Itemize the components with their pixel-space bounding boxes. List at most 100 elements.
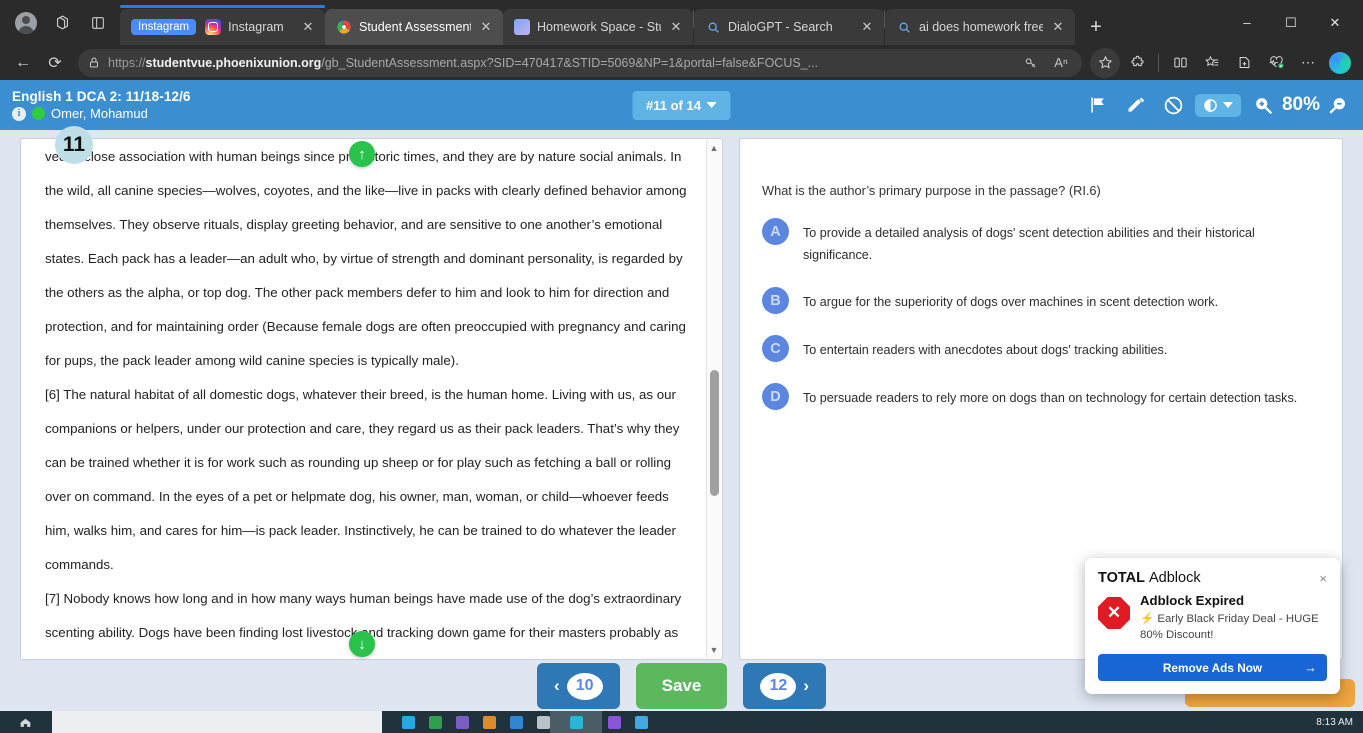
start-icon[interactable]	[0, 711, 50, 733]
back-button[interactable]: ←	[8, 48, 38, 78]
pencil-icon[interactable]	[1119, 88, 1153, 122]
taskbar-window-preview[interactable]	[52, 711, 382, 733]
question-picker-dropdown[interactable]: #11 of 14	[632, 90, 731, 120]
maximize-button[interactable]: ☐	[1269, 7, 1313, 39]
adblock-status-title: Adblock Expired	[1140, 593, 1245, 608]
tab-close-instagram[interactable]: ✕	[300, 19, 316, 35]
zoom-out-icon[interactable]	[1325, 88, 1351, 122]
extensions-icon[interactable]	[1122, 48, 1152, 78]
workspaces-icon[interactable]	[47, 8, 77, 38]
minimize-button[interactable]: –	[1225, 7, 1269, 39]
close-window-button[interactable]: ✕	[1313, 7, 1357, 39]
next-chevron-icon: ›	[803, 676, 810, 695]
os-taskbar: 8:13 AM	[0, 711, 1363, 733]
tab-close-student-assessment[interactable]: ✕	[478, 19, 494, 35]
taskbar-app-icon-4[interactable]	[483, 715, 496, 729]
choice-text-a: To provide a detailed analysis of dogs' …	[803, 226, 1255, 262]
save-button[interactable]: Save	[635, 663, 728, 709]
scroll-down-fab-icon[interactable]: ↓	[349, 631, 375, 657]
answer-choice-a[interactable]: A To provide a detailed analysis of dogs…	[762, 218, 1320, 266]
question-prompt: What is the author’s primary purpose in …	[762, 183, 1101, 198]
refresh-button[interactable]: ⟳	[40, 48, 70, 78]
answer-choice-d[interactable]: D To persuade readers to rely more on do…	[762, 383, 1320, 410]
taskbar-app-icon-8[interactable]	[608, 715, 621, 729]
address-bar: ← ⟳ https://studentvue.phoenixunion.org/…	[0, 45, 1363, 80]
add-to-collection-icon[interactable]	[1229, 48, 1259, 78]
browser-window: Instagram Instagram ✕ Student Assessment	[0, 0, 1363, 733]
info-icon[interactable]: i	[12, 106, 26, 121]
omnibox[interactable]: https://studentvue.phoenixunion.org/gb_S…	[78, 48, 1082, 77]
url-domain: studentvue.phoenixunion.org	[145, 55, 322, 70]
favorite-star-icon[interactable]	[1090, 47, 1120, 78]
key-icon[interactable]	[1020, 56, 1042, 70]
url-path: /gb_StudentAssessment.aspx?SID=470417&ST…	[321, 55, 819, 70]
tab-actions-icon[interactable]	[83, 8, 113, 38]
tab-student-assessment[interactable]: Student Assessment ✕	[325, 9, 503, 45]
tab-instagram[interactable]: Instagram Instagram ✕	[120, 5, 325, 45]
settings-more-icon[interactable]: ⋯	[1293, 48, 1323, 78]
copilot-icon[interactable]	[1325, 48, 1355, 78]
passage-scrollbar[interactable]: ▲ ▼	[706, 140, 721, 658]
browser-essentials-icon[interactable]	[1261, 48, 1291, 78]
previous-question-button[interactable]: ‹ 10	[536, 663, 620, 709]
flag-icon[interactable]	[1081, 88, 1115, 122]
tab-close-homework-space[interactable]: ✕	[668, 19, 684, 35]
tab-close-ai-does-homework-free[interactable]: ✕	[1050, 19, 1066, 35]
taskbar-app-icon-5[interactable]	[510, 715, 523, 729]
error-octagon-icon: ✕	[1098, 597, 1130, 629]
close-icon[interactable]: ×	[1319, 571, 1327, 586]
scroll-up-arrow-icon[interactable]: ▲	[710, 140, 719, 156]
choice-letter-c[interactable]: C	[762, 335, 789, 362]
tab-homework-space[interactable]: Homework Space - Stud ✕	[503, 9, 693, 45]
zoom-controls: 80%	[1251, 88, 1351, 122]
instagram-icon	[205, 19, 222, 35]
choice-letter-a[interactable]: A	[762, 218, 789, 245]
window-controls: – ☐ ✕	[1225, 0, 1357, 45]
taskbar-app-icon-9[interactable]	[635, 715, 648, 729]
scrollbar-thumb[interactable]	[710, 369, 719, 497]
taskbar-icons	[402, 715, 550, 729]
scroll-up-fab-icon[interactable]: ↑	[349, 141, 375, 167]
adblock-brand: TOTAL Adblock ×	[1098, 570, 1327, 586]
student-name: Omer, Mohamud	[51, 106, 148, 121]
taskbar-active-app[interactable]	[550, 711, 602, 733]
taskbar-app-icon-6[interactable]	[537, 715, 550, 729]
answer-choice-b[interactable]: B To argue for the superiority of dogs o…	[762, 287, 1320, 314]
split-screen-icon[interactable]	[1165, 48, 1195, 78]
taskbar-app-icon-1[interactable]	[402, 715, 415, 729]
tab-dialogpt-search[interactable]: DialoGPT - Search ✕	[694, 9, 884, 45]
choice-letter-d[interactable]: D	[762, 383, 789, 410]
read-aloud-icon[interactable]: Aⁿ	[1050, 55, 1072, 70]
question-number-badge: 11	[55, 126, 93, 164]
zoom-in-icon[interactable]	[1251, 88, 1277, 122]
taskbar-clock[interactable]: 8:13 AM	[1316, 717, 1363, 728]
taskbar-app-icon-3[interactable]	[456, 715, 469, 729]
tab-ai-does-homework-free[interactable]: ai does homework free ✕	[885, 9, 1075, 45]
taskbar-app-icon-7[interactable]	[569, 715, 583, 729]
search-icon-2	[896, 19, 912, 35]
adblock-popup: TOTAL Adblock × ✕ Adblock Expired ⚡ Earl…	[1085, 558, 1340, 694]
scrollbar-track[interactable]	[707, 156, 721, 642]
scroll-down-arrow-icon[interactable]: ▼	[710, 642, 719, 658]
next-question-button[interactable]: 12 ›	[743, 663, 827, 709]
next-question-number: 12	[760, 672, 797, 700]
tab-title-instagram: Instagram	[228, 20, 284, 34]
answer-choice-c[interactable]: C To entertain readers with anecdotes ab…	[762, 335, 1320, 362]
passage-paragraph: [6] The natural habitat of all domestic …	[45, 387, 680, 572]
tab-title-homework-space: Homework Space - Stud	[537, 20, 661, 34]
tabstrip-left-controls	[4, 0, 120, 45]
taskbar-app-icon-2[interactable]	[429, 715, 442, 729]
question-picker-label: #11 of 14	[646, 97, 701, 113]
collections-icon[interactable]	[1197, 48, 1227, 78]
strikethrough-icon[interactable]	[1157, 88, 1191, 122]
choice-letter-b[interactable]: B	[762, 287, 789, 314]
adblock-description-text: Early Black Friday Deal - HUGE 80% Disco…	[1140, 613, 1319, 641]
account-avatar[interactable]	[11, 8, 41, 38]
tab-list: Instagram Instagram ✕ Student Assessment	[120, 0, 1225, 45]
new-tab-button[interactable]: +	[1081, 12, 1111, 42]
remove-ads-button[interactable]: Remove Ads Now →	[1098, 654, 1327, 681]
tab-group-chip-instagram[interactable]: Instagram	[131, 19, 197, 35]
contrast-chevron-down-icon	[1222, 102, 1233, 108]
contrast-icon[interactable]	[1194, 93, 1241, 117]
tab-close-dialogpt-search[interactable]: ✕	[859, 19, 875, 35]
